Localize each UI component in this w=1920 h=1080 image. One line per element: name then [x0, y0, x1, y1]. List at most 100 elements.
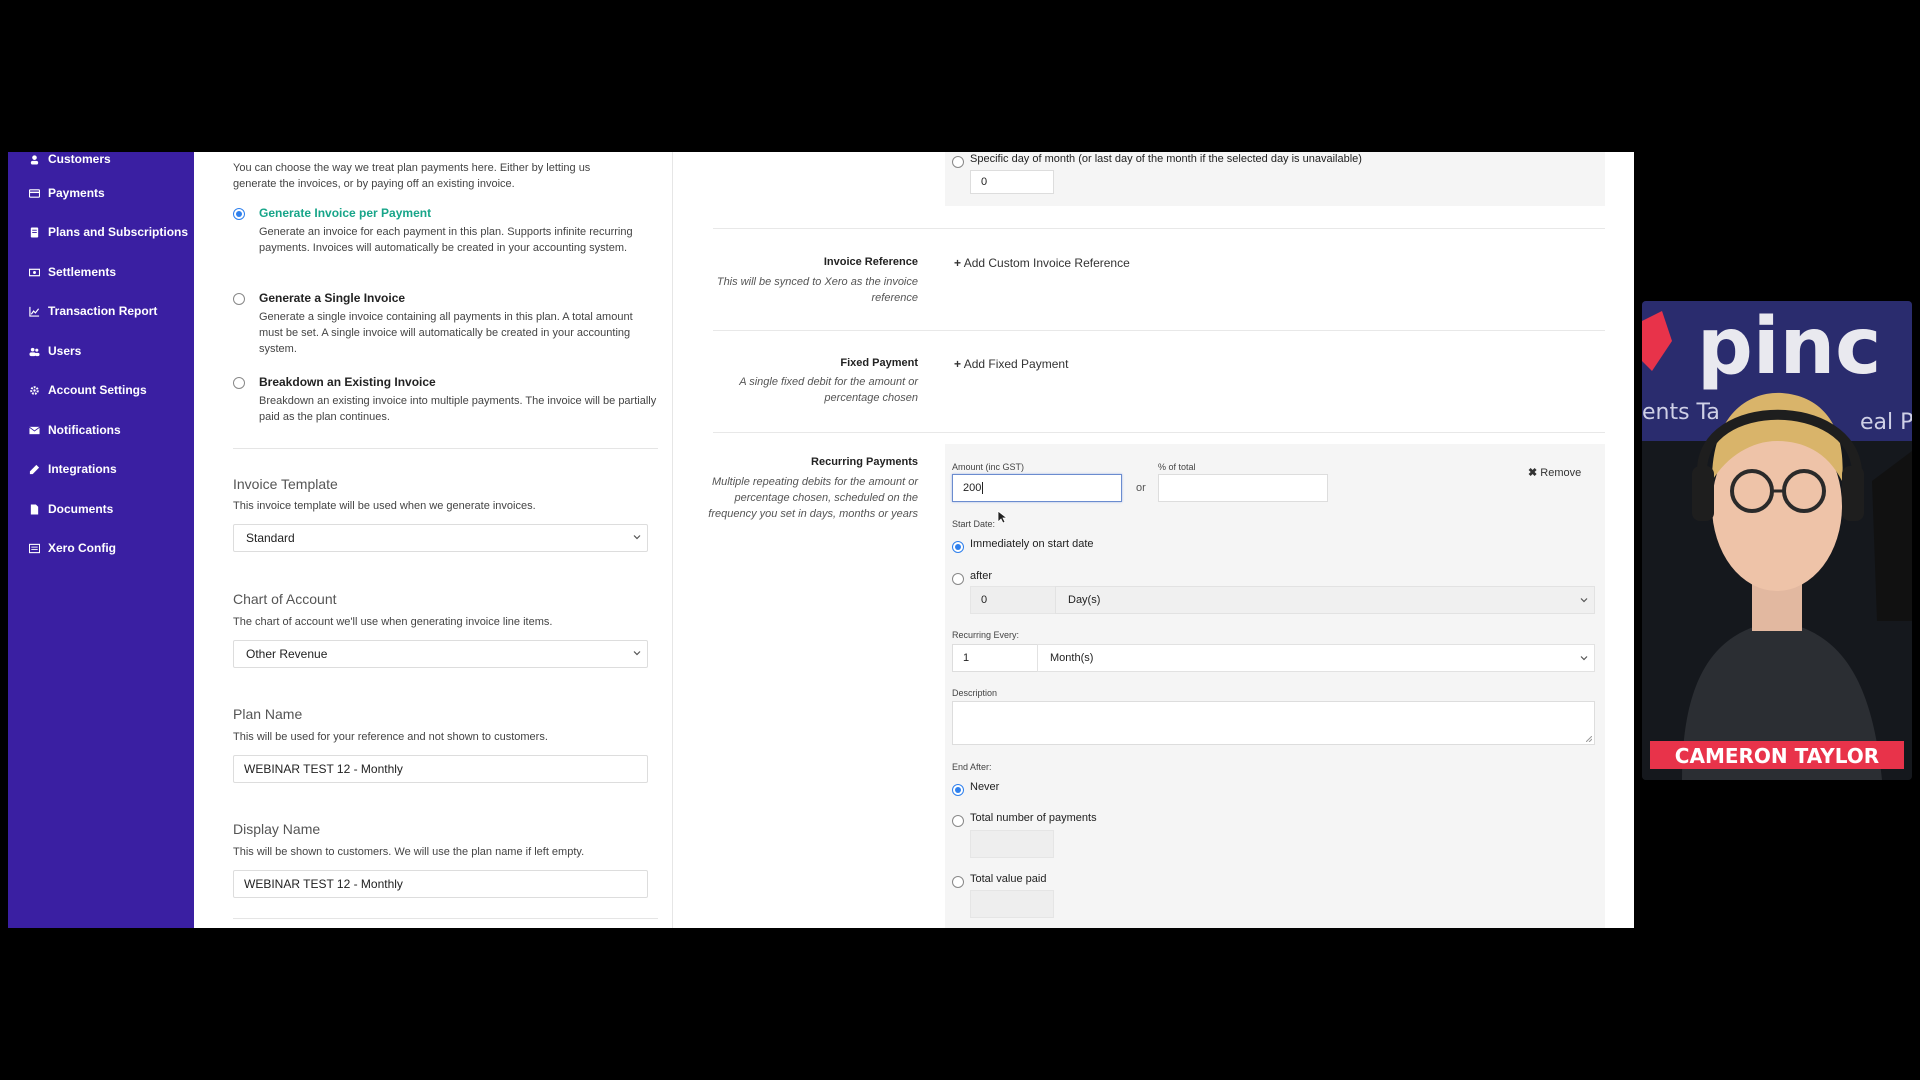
recurring-every-unit-select[interactable]: Month(s) [1037, 644, 1595, 672]
option-description: Breakdown an existing invoice into multi… [259, 395, 657, 423]
option-description: Generate a single invoice containing all… [259, 311, 633, 355]
webcam-bg-sub-right: eal P [1860, 410, 1912, 435]
sidebar-item-label: Integrations [48, 462, 117, 476]
divider [713, 330, 1605, 331]
sidebar-item-documents[interactable]: Documents [28, 497, 113, 521]
recurring-every-unit-value: Month(s) [1050, 652, 1094, 664]
sidebar-item-notifications[interactable]: Notifications [28, 418, 121, 442]
recurring-every-label: Recurring Every: [952, 630, 1020, 640]
option-title: Breakdown an Existing Invoice [259, 375, 436, 389]
display-name-input[interactable]: WEBINAR TEST 12 - Monthly [233, 870, 648, 898]
sidebar-item-settlements[interactable]: Settlements [28, 260, 116, 284]
description-textarea[interactable] [952, 701, 1595, 745]
webcam-overlay: pinc ents Ta eal P CAMERON TAYLOR [1642, 301, 1912, 780]
chevron-down-icon [1580, 598, 1588, 603]
radio-breakdown-invoice[interactable] [233, 377, 245, 389]
sidebar-item-integrations[interactable]: Integrations [28, 457, 117, 481]
amount-input[interactable]: 200 [952, 474, 1122, 502]
sidebar-item-label: Users [48, 344, 82, 358]
radio-specific-day[interactable] [952, 156, 964, 168]
option-title: Generate Invoice per Payment [259, 206, 432, 220]
radio-generate-per-payment[interactable] [233, 208, 245, 220]
gear-icon [28, 384, 40, 396]
sidebar-item-label: Notifications [48, 423, 121, 437]
radio-end-total-value[interactable] [952, 876, 964, 888]
add-fixed-payment-button[interactable]: + Add Fixed Payment [954, 357, 1068, 371]
sidebar-item-label: Xero Config [48, 541, 116, 555]
plan-name-desc: This will be used for your reference and… [233, 731, 548, 743]
start-after-unit-select[interactable]: Day(s) [1055, 586, 1595, 614]
description-label: Description [952, 688, 998, 698]
recurring-payments-desc: Multiple repeating debits for the amount… [708, 476, 918, 520]
plan-name-title: Plan Name [233, 706, 303, 722]
amount-label: Amount (inc GST) [952, 462, 1025, 472]
plan-name-input[interactable]: WEBINAR TEST 12 - Monthly [233, 755, 648, 783]
chart-of-account-desc: The chart of account we'll use when gene… [233, 616, 553, 628]
invoice-template-title: Invoice Template [233, 476, 338, 492]
sidebar-item-payments[interactable]: Payments [28, 181, 105, 205]
start-after-value: 0 [981, 594, 988, 606]
radio-end-never[interactable] [952, 784, 964, 796]
invoice-template-select[interactable]: Standard [233, 524, 648, 552]
radio-start-immediately[interactable] [952, 541, 964, 553]
start-date-label: Start Date: [952, 519, 996, 529]
plus-icon: + [954, 357, 962, 371]
radio-start-after[interactable] [952, 573, 964, 585]
recurring-payments-title: Recurring Payments [811, 456, 918, 468]
start-after-unit-value: Day(s) [1068, 594, 1101, 606]
specific-day-input[interactable]: 0 [970, 170, 1054, 194]
sidebar-item-xero-config[interactable]: Xero Config [28, 536, 116, 560]
recurring-every-value: 1 [963, 652, 970, 664]
plan-name-value: WEBINAR TEST 12 - Monthly [244, 762, 403, 776]
sidebar-item-transaction-report[interactable]: Transaction Report [28, 299, 157, 323]
sidebar-item-users[interactable]: Users [28, 339, 81, 363]
sidebar-item-account-settings[interactable]: Account Settings [28, 378, 147, 402]
mouse-pointer-icon [997, 510, 1007, 524]
end-total-payments-label: Total number of payments [970, 812, 1097, 824]
option-breakdown-invoice[interactable] [233, 375, 245, 389]
money-icon [28, 266, 40, 278]
radio-single-invoice[interactable] [233, 293, 245, 305]
pencil-icon [28, 463, 40, 475]
divider [233, 918, 658, 919]
sidebar-item-label: Customers [48, 152, 111, 166]
radio-end-total-payments[interactable] [952, 815, 964, 827]
chevron-down-icon [633, 651, 641, 656]
specific-day-label: Specific day of month (or last day of th… [970, 153, 1362, 165]
display-name-value: WEBINAR TEST 12 - Monthly [244, 877, 403, 891]
chevron-down-icon [1580, 656, 1588, 661]
chart-of-account-select[interactable]: Other Revenue [233, 640, 648, 668]
start-after-label: after [970, 570, 993, 582]
divider [713, 228, 1605, 229]
sidebar-item-customers[interactable]: Customers [28, 152, 111, 171]
percent-input[interactable] [1158, 474, 1328, 502]
option-single-invoice[interactable] [233, 291, 245, 305]
add-custom-invoice-reference-button[interactable]: + Add Custom Invoice Reference [954, 256, 1130, 270]
invoice-options-intro: You can choose the way we treat plan pay… [233, 162, 591, 190]
total-value-input[interactable] [970, 890, 1054, 918]
add-custom-invoice-reference-label: Add Custom Invoice Reference [963, 256, 1130, 270]
sidebar-item-label: Transaction Report [48, 304, 158, 318]
sidebar-item-label: Plans and Subscriptions [48, 225, 189, 239]
end-after-label: End After: [952, 762, 992, 772]
file-icon [28, 503, 40, 515]
chart-of-account-title: Chart of Account [233, 591, 337, 607]
users-icon [28, 345, 40, 357]
sidebar-item-label: Account Settings [48, 383, 147, 397]
option-description: Generate an invoice for each payment in … [259, 226, 633, 254]
resize-handle-icon[interactable] [1586, 736, 1592, 742]
remove-button[interactable]: ✖ Remove [1528, 466, 1581, 479]
chart-of-account-value: Other Revenue [246, 647, 328, 661]
divider [713, 432, 1605, 433]
start-immediately-label: Immediately on start date [970, 538, 1094, 550]
card-icon [28, 187, 40, 199]
total-payments-input[interactable] [970, 830, 1054, 858]
recurring-every-input[interactable]: 1 [952, 644, 1038, 672]
webcam-bg-logo-text: pinc [1697, 302, 1881, 392]
sidebar-item-plans-and-subscriptions[interactable]: Plans and Subscriptions [28, 220, 188, 244]
app-window: Customers Payments Plans and Subscriptio… [8, 152, 1634, 928]
payment-schedule-panel: Specific day of month (or last day of th… [698, 152, 1618, 928]
start-after-input[interactable]: 0 [970, 586, 1056, 614]
close-icon: ✖ [1528, 467, 1538, 479]
option-generate-per-payment[interactable] [233, 206, 245, 220]
